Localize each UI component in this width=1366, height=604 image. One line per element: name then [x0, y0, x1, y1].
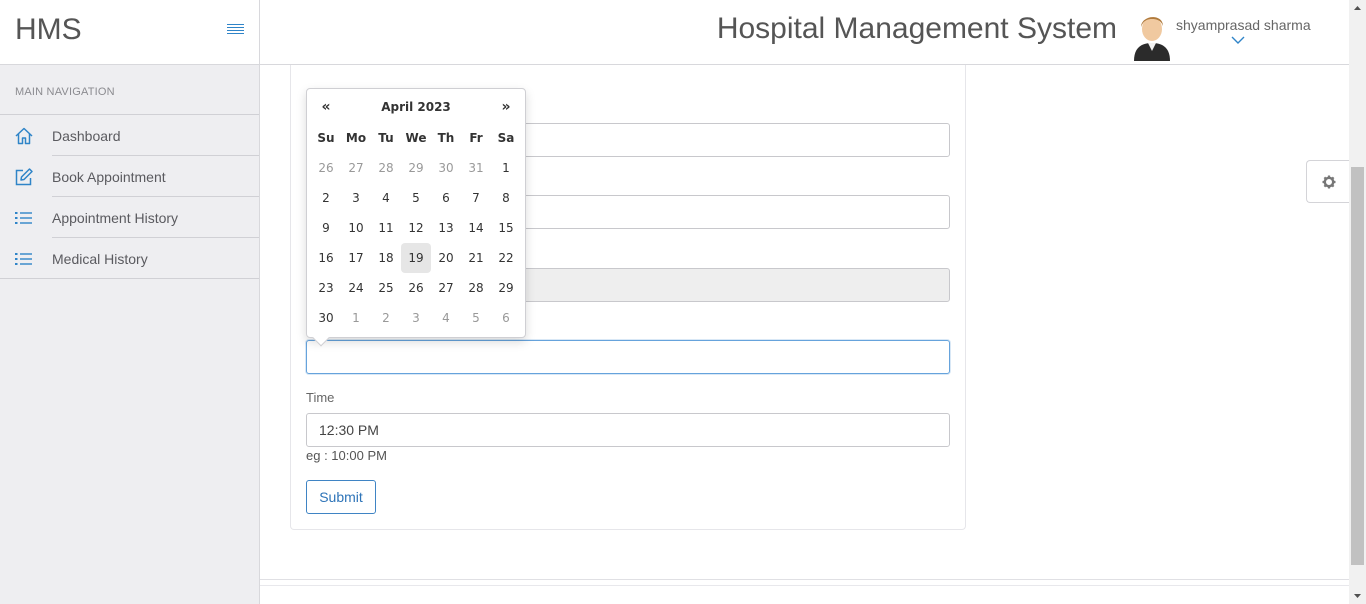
- day-cell[interactable]: 29: [491, 273, 521, 303]
- week-row: 26 27 28 29 30 31 1: [311, 153, 521, 183]
- weekday-label: Su: [317, 131, 335, 145]
- username[interactable]: shyamprasad sharma: [1176, 17, 1311, 33]
- sidebar-item-label: Medical History: [52, 251, 148, 267]
- brand-bar: HMS: [0, 0, 259, 65]
- day-cell[interactable]: 3: [341, 183, 371, 213]
- day-cell[interactable]: 30: [311, 303, 341, 333]
- day-cell[interactable]: 23: [311, 273, 341, 303]
- prev-month-button[interactable]: «: [311, 99, 341, 115]
- day-cell[interactable]: 4: [371, 183, 401, 213]
- day-cell[interactable]: 24: [341, 273, 371, 303]
- day-cell[interactable]: 2: [371, 303, 401, 333]
- chevron-down-icon[interactable]: [1231, 35, 1245, 45]
- date-input[interactable]: [306, 340, 950, 374]
- sidebar-item-book-appointment[interactable]: Book Appointment: [0, 156, 259, 197]
- day-cell[interactable]: 6: [491, 303, 521, 333]
- submit-button[interactable]: Submit: [306, 480, 376, 514]
- scroll-down-icon[interactable]: [1349, 587, 1366, 604]
- scrollbar-thumb[interactable]: [1351, 167, 1364, 565]
- week-row: 9 10 11 12 13 14 15: [311, 213, 521, 243]
- time-input[interactable]: 12:30 PM: [306, 413, 950, 447]
- nav-heading: MAIN NAVIGATION: [15, 86, 115, 98]
- scroll-up-icon[interactable]: [1349, 0, 1366, 17]
- day-cell[interactable]: 21: [461, 243, 491, 273]
- day-cell[interactable]: 13: [431, 213, 461, 243]
- gear-icon: [1322, 175, 1336, 189]
- datepicker-month-title[interactable]: April 2023: [341, 100, 491, 114]
- sidebar-item-dashboard[interactable]: Dashboard: [0, 115, 259, 156]
- weekday-label: Fr: [469, 131, 483, 145]
- sidebar-item-label: Dashboard: [52, 128, 121, 144]
- settings-button[interactable]: [1306, 160, 1350, 203]
- nav-list: Dashboard Book Appointment Appointment H…: [0, 114, 259, 279]
- weekday-row: Su Mo Tu We Th Fr Sa: [311, 123, 521, 153]
- day-cell[interactable]: 7: [461, 183, 491, 213]
- day-cell[interactable]: 16: [311, 243, 341, 273]
- footer: [260, 579, 1349, 604]
- day-cell[interactable]: 5: [461, 303, 491, 333]
- next-month-button[interactable]: »: [491, 99, 521, 115]
- day-cell[interactable]: 26: [401, 273, 431, 303]
- week-row: 30 1 2 3 4 5 6: [311, 303, 521, 333]
- datepicker-header: « April 2023 »: [311, 97, 521, 119]
- weekday-label: Sa: [497, 131, 515, 145]
- day-cell[interactable]: 5: [401, 183, 431, 213]
- time-hint: eg : 10:00 PM: [306, 448, 387, 463]
- day-cell[interactable]: 27: [431, 273, 461, 303]
- sidebar-item-appointment-history[interactable]: Appointment History: [0, 197, 259, 238]
- list-icon: [15, 253, 32, 265]
- day-cell[interactable]: 26: [311, 153, 341, 183]
- scrollbar[interactable]: [1349, 0, 1366, 604]
- sidebar: HMS MAIN NAVIGATION Dashboard Book Appoi…: [0, 0, 260, 604]
- weekday-label: Th: [437, 131, 455, 145]
- week-row: 23 24 25 26 27 28 29: [311, 273, 521, 303]
- sidebar-item-medical-history[interactable]: Medical History: [0, 238, 259, 279]
- day-cell[interactable]: 11: [371, 213, 401, 243]
- home-icon: [15, 127, 33, 145]
- day-cell[interactable]: 18: [371, 243, 401, 273]
- day-cell[interactable]: 25: [371, 273, 401, 303]
- page-title: Hospital Management System: [716, 12, 1117, 45]
- weekday-label: Mo: [345, 131, 367, 145]
- day-cell[interactable]: 31: [461, 153, 491, 183]
- day-cell[interactable]: 3: [401, 303, 431, 333]
- list-icon: [15, 212, 32, 224]
- day-cell[interactable]: 1: [491, 153, 521, 183]
- datepicker: « April 2023 » Su Mo Tu We Th Fr Sa 26 2…: [306, 88, 526, 347]
- day-cell[interactable]: 28: [371, 153, 401, 183]
- datepicker-grid: Su Mo Tu We Th Fr Sa 26 27 28 29 30 31 1…: [311, 123, 521, 333]
- day-cell[interactable]: 22: [491, 243, 521, 273]
- top-header: Hospital Management System shyamprasad s…: [260, 0, 1366, 65]
- day-cell[interactable]: 17: [341, 243, 371, 273]
- day-cell[interactable]: 15: [491, 213, 521, 243]
- edit-icon: [15, 168, 33, 186]
- day-cell[interactable]: 28: [461, 273, 491, 303]
- sidebar-item-label: Book Appointment: [52, 169, 166, 185]
- day-cell-today[interactable]: 19: [401, 243, 431, 273]
- day-cell[interactable]: 10: [341, 213, 371, 243]
- day-cell[interactable]: 12: [401, 213, 431, 243]
- sidebar-item-label: Appointment History: [52, 210, 179, 226]
- day-cell[interactable]: 1: [341, 303, 371, 333]
- day-cell[interactable]: 9: [311, 213, 341, 243]
- day-cell[interactable]: 4: [431, 303, 461, 333]
- day-cell[interactable]: 30: [431, 153, 461, 183]
- weekday-label: We: [405, 131, 427, 145]
- menu-toggle-icon[interactable]: [227, 24, 244, 38]
- brand-logo[interactable]: HMS: [15, 13, 82, 47]
- avatar[interactable]: [1132, 9, 1172, 61]
- day-cell[interactable]: 8: [491, 183, 521, 213]
- day-cell[interactable]: 2: [311, 183, 341, 213]
- time-label: Time: [306, 390, 335, 405]
- week-row: 2 3 4 5 6 7 8: [311, 183, 521, 213]
- day-cell[interactable]: 29: [401, 153, 431, 183]
- day-cell[interactable]: 27: [341, 153, 371, 183]
- day-cell[interactable]: 6: [431, 183, 461, 213]
- weekday-label: Tu: [378, 131, 394, 145]
- day-cell[interactable]: 20: [431, 243, 461, 273]
- day-cell[interactable]: 14: [461, 213, 491, 243]
- week-row: 16 17 18 19 20 21 22: [311, 243, 521, 273]
